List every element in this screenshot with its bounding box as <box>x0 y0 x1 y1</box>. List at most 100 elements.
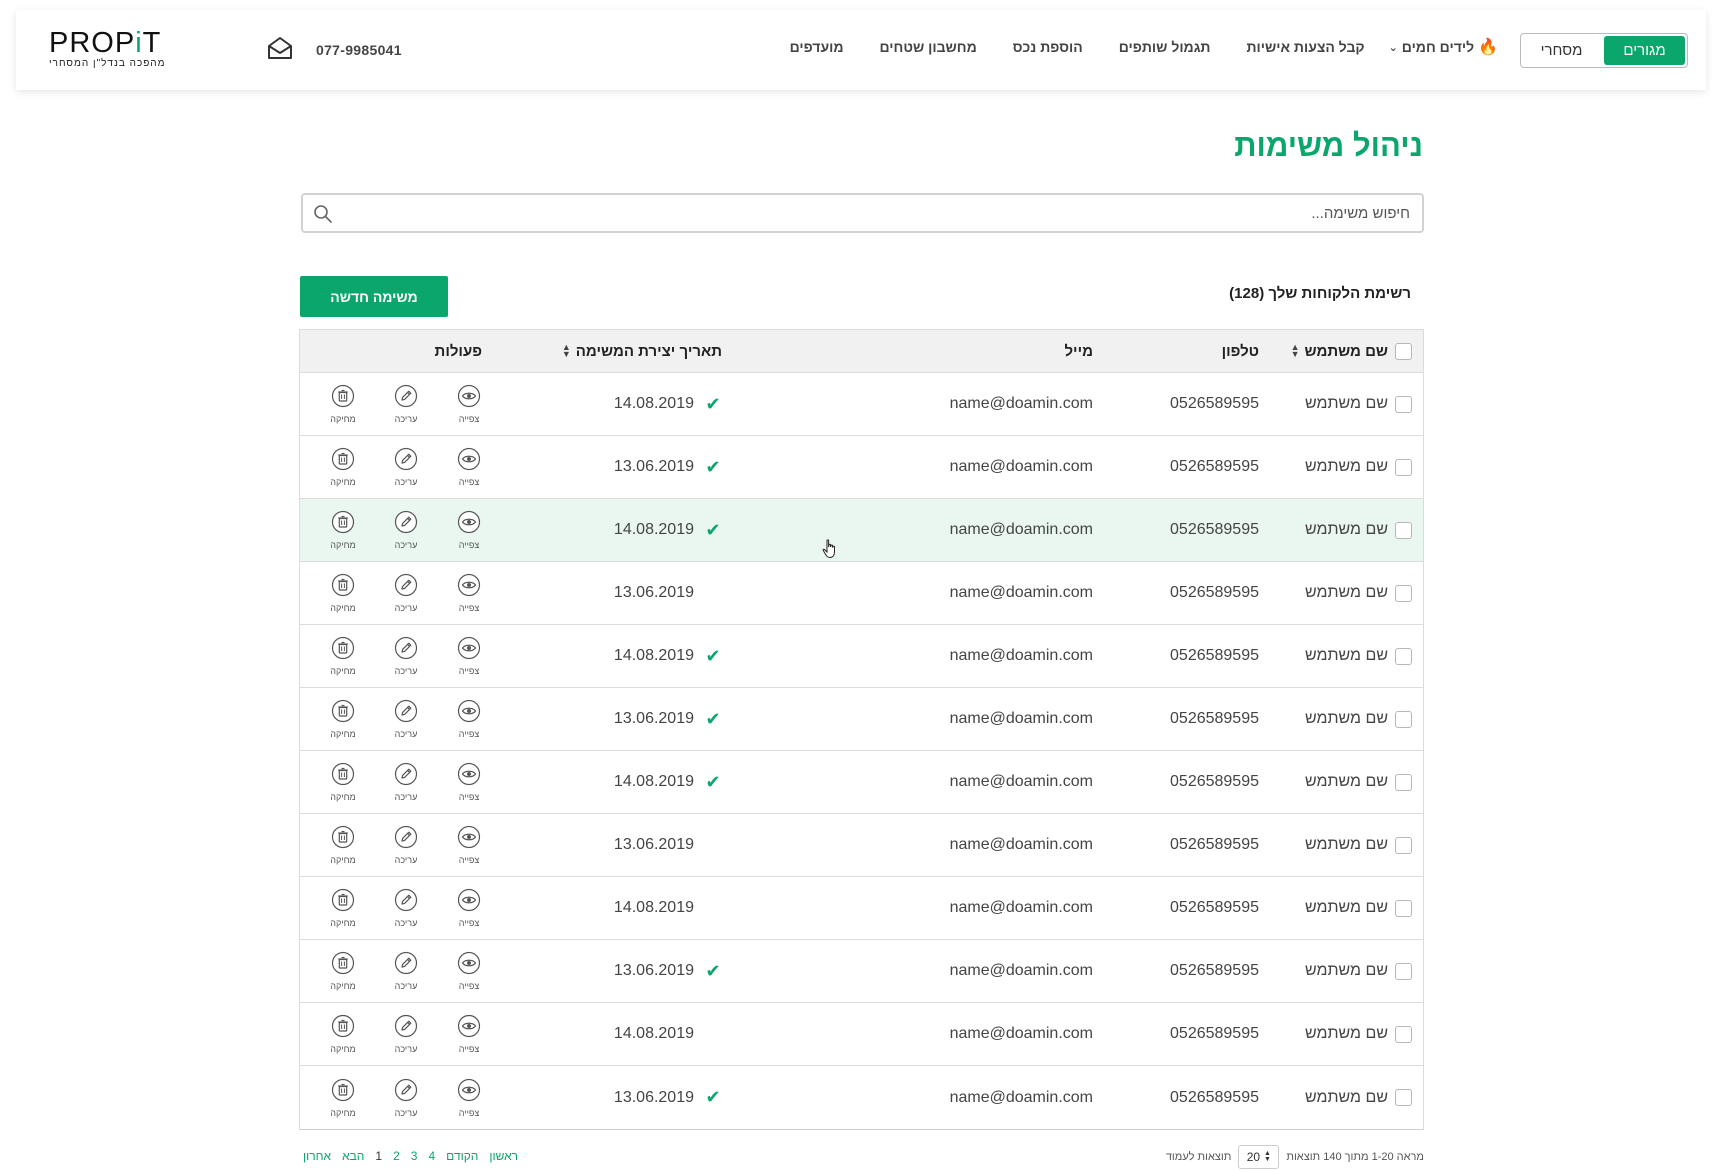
edit-button[interactable]: עריכה <box>393 510 419 550</box>
delete-button[interactable]: מחיקה <box>330 573 356 613</box>
residential-commercial-toggle[interactable]: מגורים מסחרי <box>1520 33 1688 68</box>
cell-mail[interactable]: name@doamin.com <box>950 436 1093 498</box>
delete-button[interactable]: מחיקה <box>330 510 356 550</box>
row-checkbox[interactable] <box>1395 899 1412 917</box>
column-name-header[interactable]: שם משתמש ▲ ▼ <box>1291 330 1388 372</box>
pager-last[interactable]: אחרון <box>303 1149 331 1163</box>
delete-button[interactable]: מחיקה <box>330 825 356 865</box>
row-checkbox[interactable] <box>1395 773 1412 791</box>
view-button[interactable]: צפייה <box>456 384 482 424</box>
delete-button[interactable]: מחיקה <box>330 951 356 991</box>
nav-partner-rewards[interactable]: תגמול שותפים <box>1119 39 1211 55</box>
pager-page-1[interactable]: 1 <box>375 1149 382 1163</box>
cell-mail[interactable]: name@doamin.com <box>950 562 1093 624</box>
search-box[interactable] <box>301 193 1424 233</box>
pager-next[interactable]: הבא <box>342 1149 364 1163</box>
delete-button[interactable]: מחיקה <box>330 447 356 487</box>
edit-button[interactable]: עריכה <box>393 762 419 802</box>
row-checkbox[interactable] <box>1395 584 1412 602</box>
table-row[interactable]: שם משתמש0526589595name@doamin.com✔13.06.… <box>300 1066 1423 1129</box>
edit-button[interactable]: עריכה <box>393 636 419 676</box>
edit-button[interactable]: עריכה <box>393 888 419 928</box>
select-all-checkbox[interactable] <box>1395 342 1412 360</box>
view-button[interactable]: צפייה <box>456 510 482 550</box>
view-button[interactable]: צפייה <box>456 636 482 676</box>
nav-area-calculator[interactable]: מחשבון שטחים <box>880 39 977 55</box>
delete-button[interactable]: מחיקה <box>330 1078 356 1118</box>
cell-mail[interactable]: name@doamin.com <box>950 751 1093 813</box>
cell-mail[interactable]: name@doamin.com <box>950 1066 1093 1129</box>
row-checkbox[interactable] <box>1395 647 1412 665</box>
column-date-header[interactable]: תאריך יצירת המשימה ▲ ▼ <box>562 330 722 372</box>
cell-mail[interactable]: name@doamin.com <box>950 625 1093 687</box>
row-checkbox[interactable] <box>1395 1025 1412 1043</box>
toggle-residential[interactable]: מגורים <box>1604 36 1685 65</box>
pager-page-4[interactable]: 4 <box>428 1149 435 1163</box>
view-button[interactable]: צפייה <box>456 573 482 613</box>
cell-mail[interactable]: name@doamin.com <box>950 877 1093 939</box>
delete-button[interactable]: מחיקה <box>330 1014 356 1054</box>
table-row[interactable]: שם משתמש0526589595name@doamin.com✔13.06.… <box>300 436 1423 499</box>
pager-first[interactable]: ראשון <box>489 1149 518 1163</box>
table-row[interactable]: שם משתמש0526589595name@doamin.com✔14.08.… <box>300 877 1423 940</box>
nav-personal-offers[interactable]: קבל הצעות אישיות <box>1246 39 1364 55</box>
cell-mail[interactable]: name@doamin.com <box>950 499 1093 561</box>
nav-hot-leads[interactable]: 🔥 לידים חמים ⌄ <box>1389 37 1498 57</box>
delete-button[interactable]: מחיקה <box>330 699 356 739</box>
view-button[interactable]: צפייה <box>456 951 482 991</box>
sort-icon[interactable]: ▲ ▼ <box>562 343 571 359</box>
edit-button[interactable]: עריכה <box>393 573 419 613</box>
edit-button[interactable]: עריכה <box>393 447 419 487</box>
row-checkbox[interactable] <box>1395 962 1412 980</box>
table-row[interactable]: שם משתמש0526589595name@doamin.com✔14.08.… <box>300 751 1423 814</box>
row-checkbox[interactable] <box>1395 1089 1412 1106</box>
table-row[interactable]: שם משתמש0526589595name@doamin.com✔14.08.… <box>300 1003 1423 1066</box>
propit-logo[interactable]: PROPiT מהפכה בנדל"ן המסחרי <box>49 28 199 74</box>
table-row[interactable]: שם משתמש0526589595name@doamin.com✔13.06.… <box>300 814 1423 877</box>
row-checkbox[interactable] <box>1395 521 1412 539</box>
pager-prev[interactable]: הקודם <box>446 1149 478 1163</box>
row-checkbox[interactable] <box>1395 395 1412 413</box>
view-button[interactable]: צפייה <box>456 825 482 865</box>
cell-mail[interactable]: name@doamin.com <box>950 688 1093 750</box>
table-row[interactable]: שם משתמש0526589595name@doamin.com✔14.08.… <box>300 499 1423 562</box>
cell-mail[interactable]: name@doamin.com <box>950 1003 1093 1065</box>
view-button[interactable]: צפייה <box>456 1078 482 1118</box>
nav-add-property[interactable]: הוספת נכס <box>1013 39 1083 55</box>
new-task-button[interactable]: משימה חדשה <box>300 276 448 317</box>
nav-favorites[interactable]: מועדפים <box>790 39 844 55</box>
row-checkbox[interactable] <box>1395 836 1412 854</box>
delete-button[interactable]: מחיקה <box>330 636 356 676</box>
delete-button[interactable]: מחיקה <box>330 888 356 928</box>
edit-button[interactable]: עריכה <box>393 1078 419 1118</box>
edit-button[interactable]: עריכה <box>393 699 419 739</box>
table-row[interactable]: שם משתמש0526589595name@doamin.com✔13.06.… <box>300 940 1423 1003</box>
edit-button[interactable]: עריכה <box>393 951 419 991</box>
cell-mail[interactable]: name@doamin.com <box>950 373 1093 435</box>
search-input[interactable] <box>370 195 1410 231</box>
envelope-icon[interactable] <box>266 34 294 62</box>
row-checkbox[interactable] <box>1395 710 1412 728</box>
delete-button[interactable]: מחיקה <box>330 762 356 802</box>
delete-button[interactable]: מחיקה <box>330 384 356 424</box>
cell-mail[interactable]: name@doamin.com <box>950 940 1093 1002</box>
view-button[interactable]: צפייה <box>456 447 482 487</box>
pager-page-3[interactable]: 3 <box>411 1149 418 1163</box>
view-button[interactable]: צפייה <box>456 699 482 739</box>
view-button[interactable]: צפייה <box>456 888 482 928</box>
view-button[interactable]: צפייה <box>456 1014 482 1054</box>
table-row[interactable]: שם משתמש0526589595name@doamin.com✔13.06.… <box>300 562 1423 625</box>
view-button[interactable]: צפייה <box>456 762 482 802</box>
phone-number[interactable]: 077-9985041 <box>316 42 402 58</box>
edit-button[interactable]: עריכה <box>393 384 419 424</box>
edit-button[interactable]: עריכה <box>393 1014 419 1054</box>
table-row[interactable]: שם משתמש0526589595name@doamin.com✔14.08.… <box>300 625 1423 688</box>
sort-icon[interactable]: ▲ ▼ <box>1291 343 1300 359</box>
toggle-commercial[interactable]: מסחרי <box>1521 34 1602 67</box>
table-row[interactable]: שם משתמש0526589595name@doamin.com✔14.08.… <box>300 373 1423 436</box>
table-row[interactable]: שם משתמש0526589595name@doamin.com✔13.06.… <box>300 688 1423 751</box>
per-page-select[interactable]: 20 ▲ ▼ <box>1238 1145 1280 1169</box>
search-icon[interactable] <box>313 204 333 224</box>
row-checkbox[interactable] <box>1395 458 1412 476</box>
cell-mail[interactable]: name@doamin.com <box>950 814 1093 876</box>
